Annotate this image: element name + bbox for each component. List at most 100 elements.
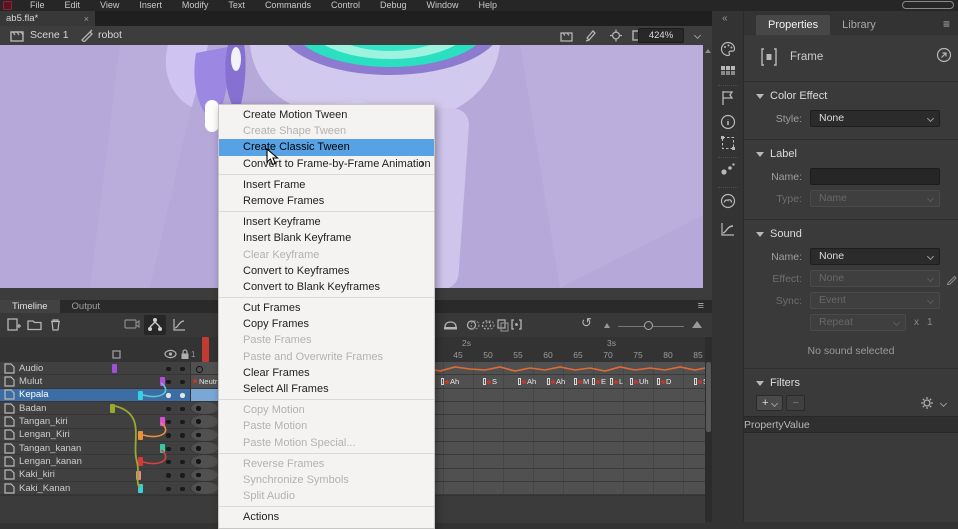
layer-row[interactable]: Tangan_kanan (0, 442, 218, 455)
help-link-icon[interactable] (936, 47, 952, 63)
scrollbar-thumb[interactable] (706, 362, 711, 432)
context-menu-item[interactable]: Clear Keyframe (219, 247, 434, 263)
context-menu-item[interactable]: Create Classic Tween (219, 139, 434, 155)
layer-visibility-dot[interactable] (166, 433, 171, 438)
sound-section-header[interactable]: Sound (744, 225, 958, 243)
timeline-tab[interactable]: Output (60, 300, 113, 313)
context-menu-item[interactable]: Create Motion Tween (219, 107, 434, 123)
context-menu-item[interactable]: Paste Motion Special... (219, 435, 434, 451)
collapse-panels-icon[interactable]: « (722, 13, 728, 24)
layer-parent-chip[interactable] (138, 391, 143, 400)
layer-visibility-dot[interactable] (166, 447, 171, 452)
menu-bar-item[interactable]: Control (321, 0, 370, 11)
mouth-keyframe[interactable]: Uh (630, 376, 649, 387)
layer-parent-chip[interactable] (138, 457, 143, 466)
layer-first-frame[interactable] (190, 389, 218, 401)
properties-tab[interactable]: Library (830, 15, 888, 35)
frame-picker-graph-icon[interactable] (720, 221, 736, 237)
layer-visibility-dot[interactable] (166, 367, 171, 372)
context-menu-item[interactable]: Actions (219, 509, 434, 525)
layer-first-frame[interactable] (190, 362, 218, 374)
camera-icon[interactable] (124, 317, 140, 331)
mouth-keyframe[interactable]: E (592, 376, 606, 387)
new-folder-icon[interactable] (27, 317, 42, 332)
layer-row[interactable]: Mulut Neutr (0, 375, 218, 388)
layer-first-frame[interactable] (190, 469, 218, 481)
context-menu-item[interactable]: Paste Frames (219, 332, 434, 348)
particles-icon[interactable] (720, 161, 736, 177)
layer-lock-dot[interactable] (180, 420, 185, 425)
layer-parent-chip[interactable] (138, 484, 143, 493)
menu-bar-item[interactable]: File (20, 0, 55, 11)
layer-parent-chip[interactable] (136, 471, 141, 480)
color-style-select[interactable]: None (810, 110, 940, 127)
context-menu-item[interactable]: Cut Frames (219, 300, 434, 316)
onion-skin-outlines-icon[interactable] (481, 317, 495, 332)
context-menu-item[interactable]: Convert to Frame-by-Frame Animation › (219, 156, 434, 172)
layer-lock-dot[interactable] (180, 433, 185, 438)
onion-skin-icon[interactable] (466, 317, 480, 332)
edit-scene-icon[interactable] (560, 29, 574, 42)
graph-editor-icon[interactable] (172, 317, 187, 332)
transform-icon[interactable] (720, 135, 736, 151)
paste-in-place-icon[interactable] (496, 317, 509, 332)
edit-multiple-frames-icon[interactable] (443, 317, 458, 332)
zoom-chevron-icon[interactable] (694, 32, 701, 39)
layer-first-frame[interactable] (190, 415, 218, 427)
playhead[interactable] (202, 337, 209, 362)
context-menu-item[interactable]: Select All Frames (219, 381, 434, 397)
layer-first-frame[interactable] (190, 442, 218, 454)
menu-bar-item[interactable]: Modify (172, 0, 219, 11)
breadcrumb-scene[interactable]: Scene 1 (30, 26, 69, 45)
layer-lock-dot[interactable] (180, 380, 185, 385)
mouth-keyframe[interactable]: D (657, 376, 671, 387)
layer-parent-chip[interactable] (160, 417, 165, 426)
remove-filter-button[interactable]: − (786, 395, 804, 411)
layer-row[interactable]: Tangan_kiri (0, 415, 218, 428)
breadcrumb-symbol[interactable]: robot (98, 26, 122, 45)
timeline-panel-menu-icon[interactable]: ≡ (698, 300, 704, 313)
menu-bar-item[interactable]: Text (218, 0, 255, 11)
layer-visibility-dot[interactable] (166, 487, 171, 492)
layer-visibility-dot[interactable] (166, 460, 171, 465)
menu-bar-item[interactable]: Insert (129, 0, 172, 11)
layer-visibility-dot[interactable] (166, 380, 171, 385)
chevron-down-icon[interactable] (940, 399, 947, 406)
layer-lock-dot[interactable] (180, 473, 185, 478)
info-icon[interactable] (720, 114, 736, 130)
properties-panel-menu-icon[interactable]: ≡ (943, 17, 950, 31)
context-menu-item[interactable]: Synchronize Symbols (219, 472, 434, 488)
layer-first-frame[interactable] (190, 482, 218, 494)
timeline-scrollbar[interactable] (705, 337, 712, 522)
align-flag-icon[interactable] (720, 90, 736, 106)
center-frame-icon[interactable] (609, 29, 623, 42)
context-menu-item[interactable]: Clear Frames (219, 365, 434, 381)
context-menu-item[interactable]: Create Shape Tween (219, 123, 434, 139)
layer-lock-dot[interactable] (180, 367, 185, 372)
layer-lock-dot[interactable] (180, 393, 185, 398)
zoom-level-select[interactable]: 424% (638, 28, 684, 43)
layer-visibility-dot[interactable] (166, 473, 171, 478)
layer-lock-dot[interactable] (180, 407, 185, 412)
color-effect-section-header[interactable]: Color Effect (744, 87, 958, 105)
context-menu-item[interactable]: Split Audio (219, 488, 434, 504)
mouth-keyframe[interactable]: L (610, 376, 623, 387)
context-menu-item[interactable]: Paste and Overwrite Frames (219, 349, 434, 365)
menu-bar-item[interactable]: Window (417, 0, 469, 11)
timeline-tab[interactable]: Timeline (0, 300, 60, 313)
visibility-column-eye-icon[interactable] (164, 349, 177, 359)
layer-row[interactable]: Lengan_Kiri (0, 429, 218, 442)
layer-lock-dot[interactable] (180, 460, 185, 465)
new-layer-icon[interactable] (6, 317, 21, 332)
reset-timeline-zoom-icon[interactable]: ↺ (581, 315, 592, 331)
timeline-zoom-slider-knob[interactable] (644, 321, 653, 330)
layer-row[interactable]: Audio (0, 362, 218, 375)
menu-bar-item[interactable]: View (90, 0, 129, 11)
mouth-keyframe[interactable]: Ah (547, 376, 565, 387)
document-tab[interactable]: ab5.fla* × (0, 11, 95, 26)
filters-section-header[interactable]: Filters (744, 374, 958, 392)
lock-column-icon[interactable] (180, 349, 190, 360)
layer-row[interactable]: Lengan_kanan (0, 455, 218, 468)
context-menu-item[interactable]: Convert to Keyframes (219, 263, 434, 279)
layer-first-frame[interactable] (190, 429, 218, 441)
